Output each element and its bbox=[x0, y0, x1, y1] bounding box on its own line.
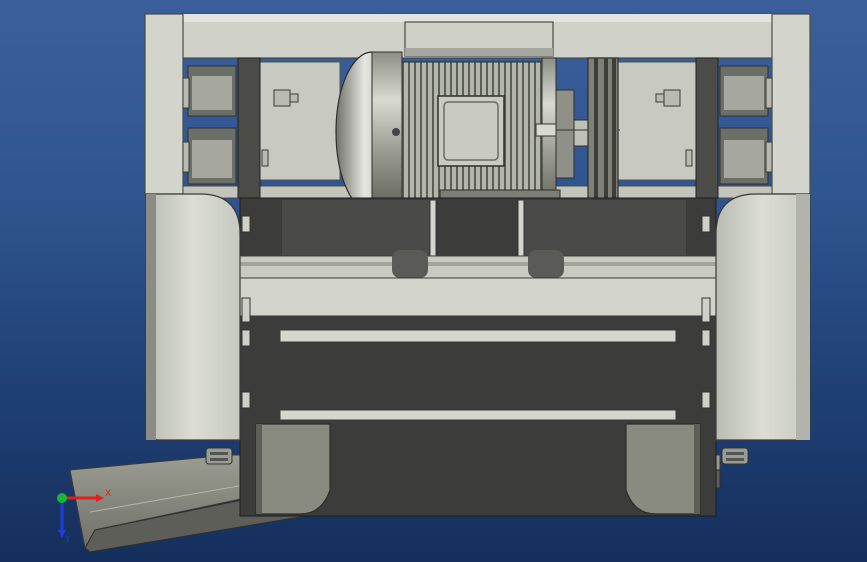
support-block-left[interactable] bbox=[255, 423, 331, 515]
motor-mount-bracket[interactable] bbox=[404, 21, 554, 57]
grease-port-icon bbox=[392, 128, 400, 136]
y-axis-label: Y bbox=[64, 535, 71, 544]
vertical-post-left[interactable] bbox=[237, 57, 261, 199]
terminal-box[interactable] bbox=[437, 95, 505, 167]
coordinate-triad: X Y bbox=[57, 489, 111, 544]
side-guard-right[interactable] bbox=[715, 193, 811, 441]
bearing-block-left[interactable] bbox=[187, 65, 237, 185]
leveling-foot-left[interactable] bbox=[205, 447, 233, 465]
cad-graphics-viewport[interactable]: X Y bbox=[0, 0, 867, 562]
leveling-foot-right[interactable] bbox=[721, 447, 749, 465]
side-guard-left[interactable] bbox=[145, 193, 241, 441]
vertical-post-right[interactable] bbox=[695, 57, 719, 199]
horizontal-crossbeam[interactable] bbox=[239, 250, 717, 317]
x-axis-label: X bbox=[105, 489, 111, 499]
support-block-right[interactable] bbox=[625, 423, 701, 515]
bearing-block-right[interactable] bbox=[719, 65, 769, 185]
machine-assembly-model[interactable] bbox=[0, 0, 867, 562]
